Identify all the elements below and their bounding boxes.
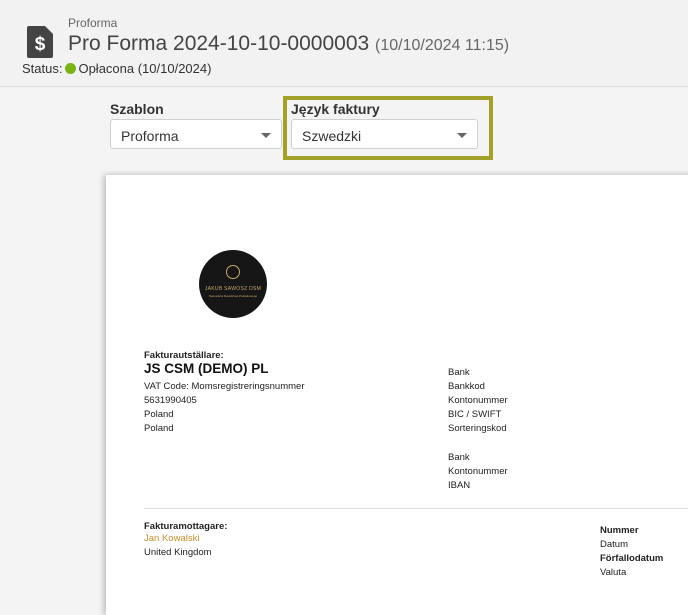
issuer-country: Poland: [144, 409, 174, 420]
status-dot-icon: [65, 63, 77, 74]
status-row: Status: Opłacona (10/10/2024): [22, 61, 211, 76]
logo-emblem-icon: [226, 265, 240, 279]
bank-line: Bankkod: [448, 381, 485, 392]
status-badge: Opłacona (10/10/2024): [78, 61, 212, 76]
logo-subtext: Kancelaria Doradztwa Podatkowego: [208, 294, 258, 298]
recipient-label: Fakturamottagare:: [144, 521, 228, 532]
company-logo: JAKUB SAWOSZ DSM Kancelaria Doradztwa Po…: [199, 250, 267, 318]
issuer-name: JS CSM (DEMO) PL: [144, 361, 269, 376]
issuer-tax-id: 5631990405: [144, 395, 197, 406]
recipient-name[interactable]: Jan Kowalski: [144, 533, 199, 544]
bank-line: Bank: [448, 452, 470, 463]
invoice-header: $ Proforma Pro Forma 2024-10-10-0000003 …: [0, 0, 688, 87]
page-title: Pro Forma 2024-10-10-0000003 (10/10/2024…: [68, 32, 509, 56]
logo-text: JAKUB SAWOSZ DSM: [204, 286, 262, 292]
date-label: Datum: [600, 539, 628, 550]
due-date-label: Förfallodatum: [600, 553, 664, 564]
bank-line: Kontonummer: [448, 466, 508, 477]
breadcrumb[interactable]: Proforma: [68, 16, 117, 30]
bank-line: Kontonummer: [448, 395, 508, 406]
invoice-preview: JAKUB SAWOSZ DSM Kancelaria Doradztwa Po…: [106, 175, 688, 615]
currency-label: Valuta: [600, 567, 627, 578]
issuer-label: Fakturautställare:: [144, 350, 224, 361]
invoice-number: Pro Forma 2024-10-10-0000003: [68, 32, 370, 55]
bank-line: IBAN: [448, 480, 471, 491]
issuer-country-2: Poland: [144, 423, 174, 434]
bank-line: BIC / SWIFT: [448, 409, 502, 420]
recipient-country: United Kingdom: [144, 547, 212, 558]
language-highlight-box: [283, 96, 493, 160]
status-label: Status:: [22, 61, 63, 76]
invoice-timestamp: (10/10/2024 11:15): [375, 37, 510, 54]
template-label: Szablon: [110, 101, 164, 117]
number-label: Nummer: [600, 525, 639, 536]
section-divider: [144, 508, 688, 509]
template-select-value: Proforma: [121, 128, 179, 144]
bank-line: Sorteringskod: [448, 423, 507, 434]
issuer-vat: VAT Code: Momsregistreringsnummer: [144, 381, 305, 392]
chevron-down-icon: [261, 133, 271, 138]
invoice-document-icon: $: [27, 26, 53, 58]
template-select[interactable]: Proforma: [110, 119, 282, 149]
svg-text:$: $: [35, 34, 46, 55]
bank-line: Bank: [448, 367, 470, 378]
